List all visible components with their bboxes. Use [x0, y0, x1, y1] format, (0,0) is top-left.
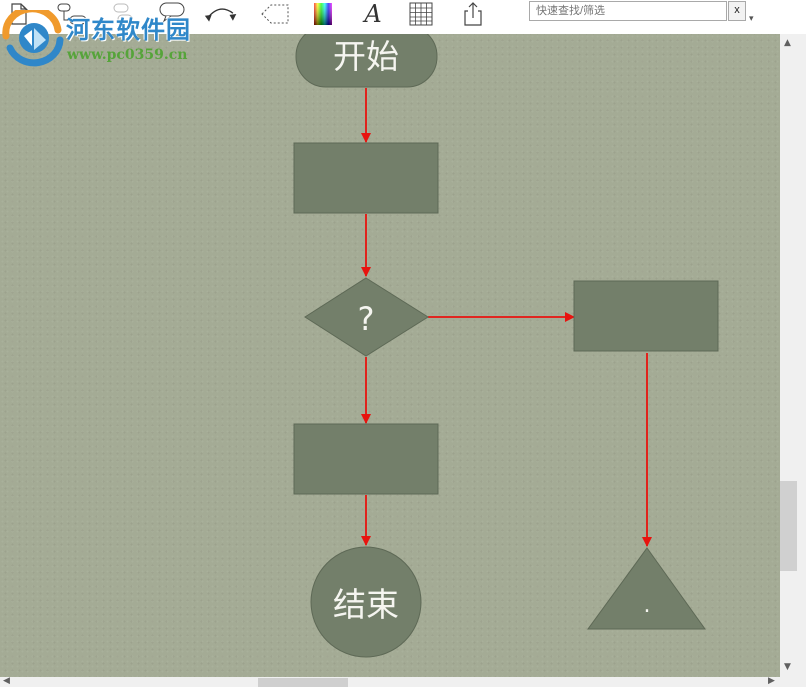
horizontal-scrollbar[interactable]: ◀ ▶: [0, 676, 806, 687]
scroll-down-arrow-icon[interactable]: ▼: [784, 662, 791, 672]
export-share-icon[interactable]: [456, 0, 490, 28]
scroll-up-arrow-icon[interactable]: ▲: [784, 38, 791, 48]
process-node-1[interactable]: [293, 142, 439, 214]
scroll-right-arrow-icon[interactable]: ▶: [768, 676, 775, 686]
watermark-url: www.pc0359.cn: [67, 47, 188, 63]
end-node-label: 结束: [333, 585, 399, 624]
search-clear-button[interactable]: x: [728, 1, 746, 21]
vertical-scrollbar[interactable]: ▲ ▼: [780, 34, 806, 677]
watermark-title: 河东软件园: [66, 15, 191, 44]
decision-node-label: ?: [358, 300, 375, 338]
start-node-label: 开始: [333, 37, 399, 76]
mindmap-canvas[interactable]: 开始 ? 结束 .: [0, 34, 780, 677]
terminal-triangle-label: .: [644, 593, 651, 618]
watermark-logo: 河东软件园 www.pc0359.cn: [0, 0, 210, 70]
vertical-scroll-thumb[interactable]: [780, 481, 797, 571]
watermark-emblem-icon: [2, 10, 64, 67]
color-palette-icon[interactable]: [306, 0, 340, 28]
search-input[interactable]: [529, 1, 727, 21]
toolbar-overflow-icon[interactable]: ▾: [749, 14, 754, 24]
scroll-left-arrow-icon[interactable]: ◀: [3, 676, 10, 686]
font-icon[interactable]: A: [356, 0, 390, 28]
table-icon[interactable]: [404, 0, 438, 28]
horizontal-scroll-thumb[interactable]: [258, 678, 348, 687]
font-glyph: A: [364, 0, 382, 28]
process-node-right[interactable]: [573, 280, 719, 352]
boundary-shape-icon[interactable]: [258, 0, 292, 28]
flowchart: 开始 ? 结束 .: [293, 34, 719, 658]
process-node-2[interactable]: [293, 423, 439, 495]
